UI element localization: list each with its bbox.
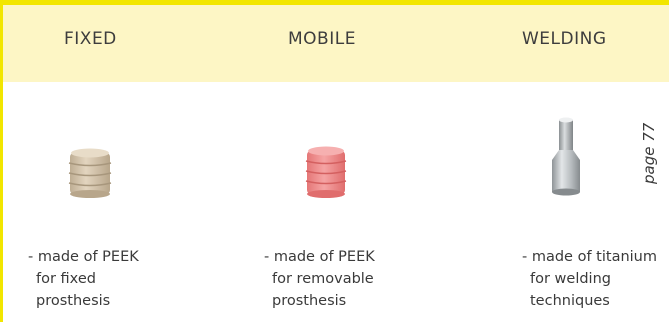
description-line: techniques — [530, 293, 610, 309]
description-mobile: - made of PEEK for removable prosthesis — [264, 246, 375, 312]
page-reference: page 77 — [640, 122, 658, 184]
peek-disc-stack-beige-icon — [68, 148, 112, 198]
description-line: - made of PEEK — [28, 249, 139, 265]
description-line: for removable — [272, 271, 374, 287]
description-line: for welding — [530, 271, 611, 287]
column-heading-fixed: FIXED — [64, 29, 117, 49]
description-fixed: - made of PEEK for fixed prosthesis — [28, 246, 139, 312]
description-line: prosthesis — [272, 293, 347, 309]
description-line: - made of titanium — [522, 249, 657, 265]
description-line: prosthesis — [36, 293, 111, 309]
peek-disc-stack-pink-icon — [305, 146, 347, 198]
description-line: for fixed — [36, 271, 96, 287]
column-heading-welding: WELDING — [522, 29, 607, 49]
description-welding: - made of titanium for welding technique… — [522, 246, 657, 312]
description-line: - made of PEEK — [264, 249, 375, 265]
column-heading-mobile: MOBILE — [288, 29, 356, 49]
titanium-cylinder-icon — [552, 117, 580, 196]
